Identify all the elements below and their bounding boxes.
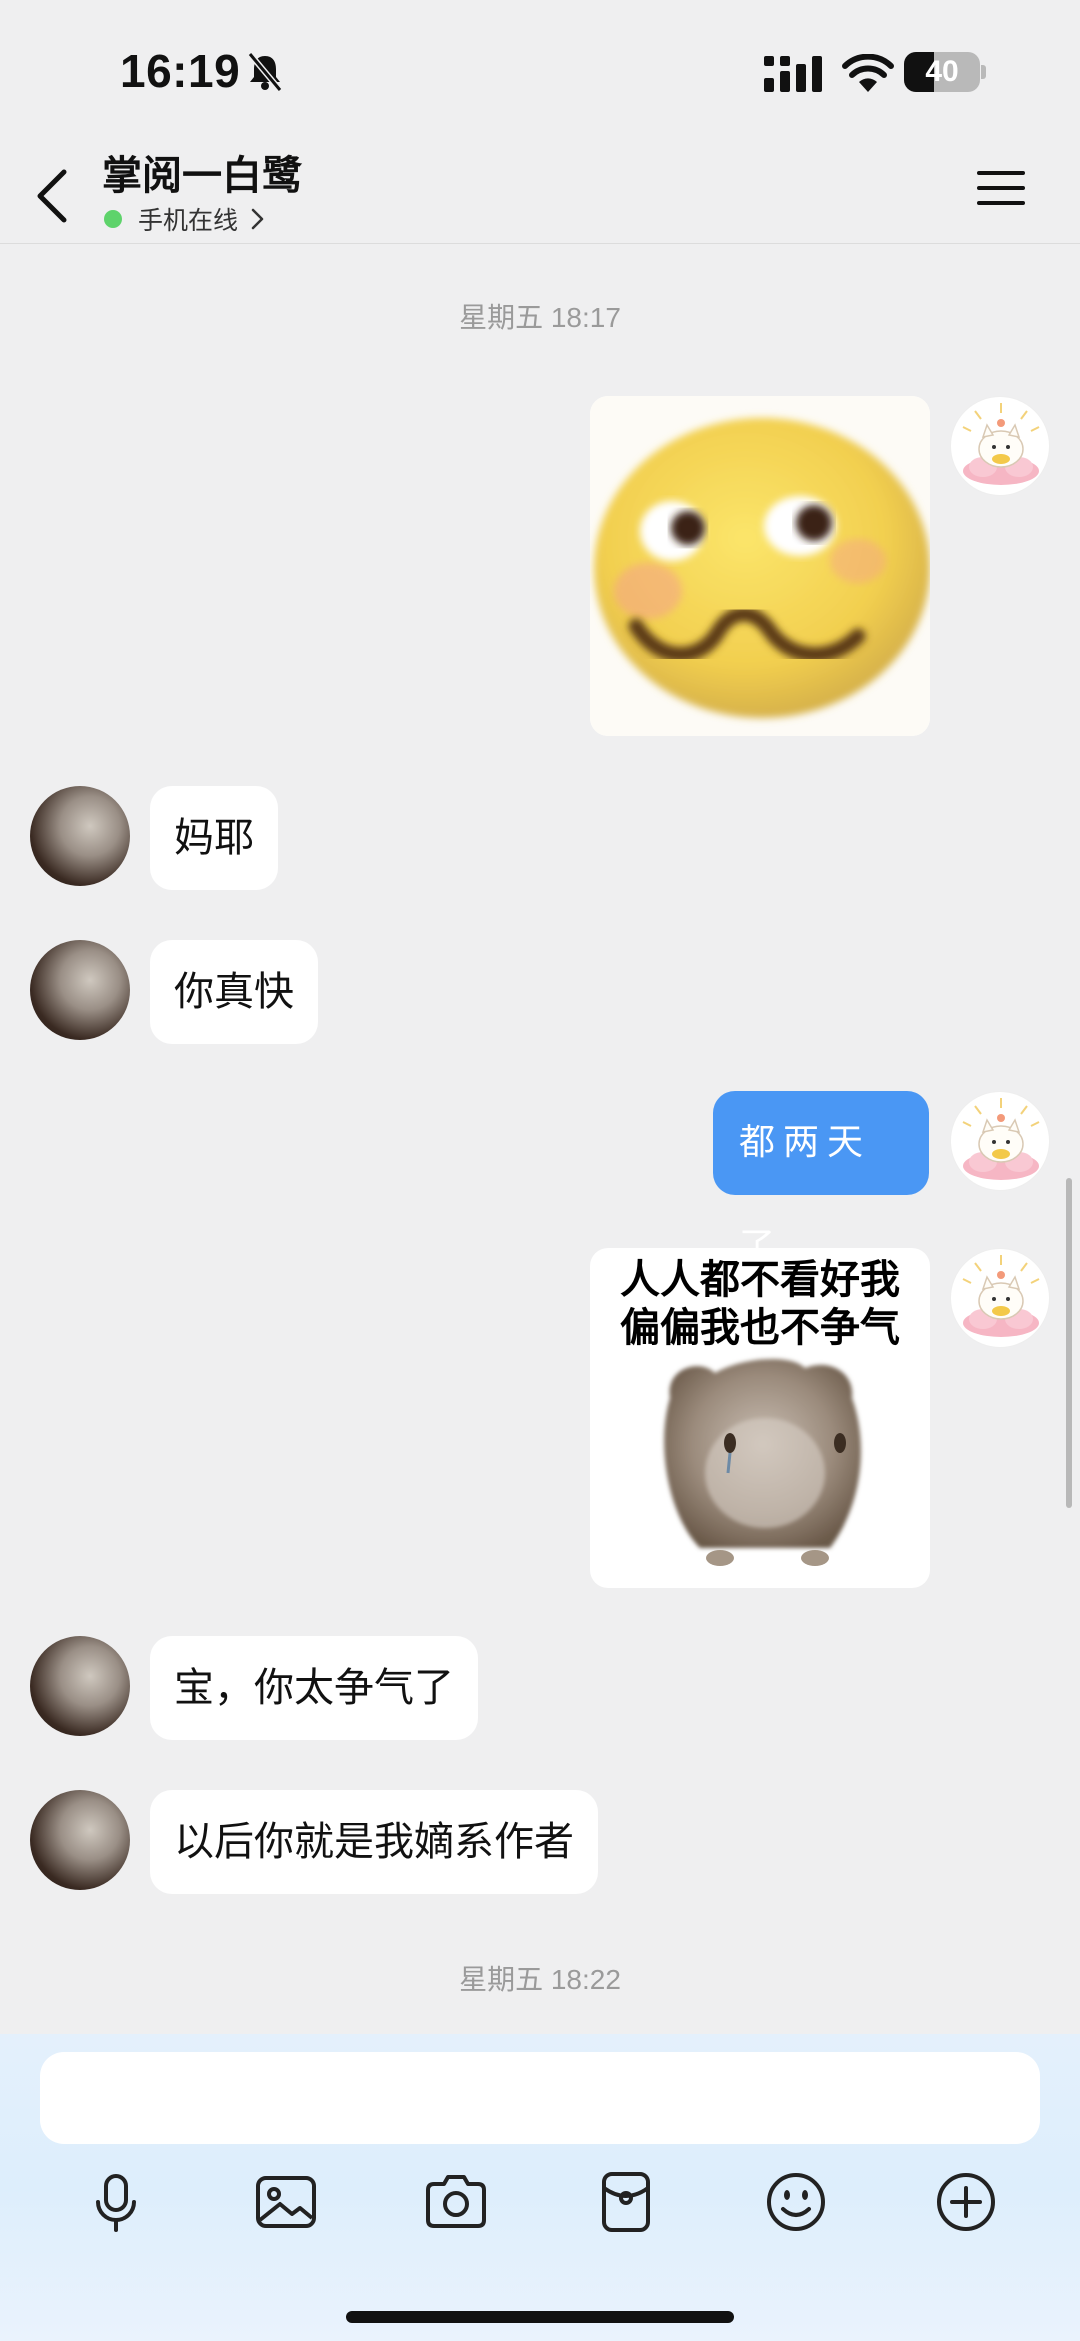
contact-avatar[interactable] [30,1790,130,1890]
image-icon[interactable] [250,2166,322,2238]
sad-cat-sticker-icon [664,1358,861,1566]
wifi-icon [842,54,894,92]
online-status[interactable]: 手机在线 [104,202,266,236]
online-dot-icon [104,210,122,228]
bell-muted-icon [247,52,283,92]
status-time: 16:19 [120,45,241,97]
contact-avatar[interactable] [30,786,130,886]
contact-avatar[interactable] [30,940,130,1040]
sent-sticker-meme[interactable]: 人人都不看好我 偏偏我也不争气 [590,1248,930,1588]
received-message-bubble[interactable]: 妈耶 [150,786,278,890]
cellular-signal-icon [764,56,822,92]
scrollbar[interactable] [1066,1178,1072,1508]
received-message-bubble[interactable]: 宝，你太争气了 [150,1636,478,1740]
sent-message-bubble[interactable]: 都两天了 [713,1091,929,1267]
sent-sticker-emoji[interactable] [590,396,930,736]
received-message-bubble[interactable]: 以后你就是我嫡系作者 [150,1790,598,1894]
back-button[interactable] [28,158,78,234]
message-timestamp: 星期五 18:17 [459,302,621,333]
contact-avatar[interactable] [30,1636,130,1736]
smiling-face-sticker-icon [590,396,930,736]
cat-avatar-icon [962,403,1040,485]
contact-name[interactable]: 掌阅一白鹭 [102,150,302,202]
microphone-icon[interactable] [80,2166,152,2238]
status-bar: 16:19 40 [0,0,1080,150]
camera-icon[interactable] [420,2166,492,2238]
emoji-icon[interactable] [760,2166,832,2238]
my-avatar[interactable] [950,396,1050,496]
plus-icon[interactable] [930,2166,1002,2238]
chat-header: 掌阅一白鹭 手机在线 [0,150,1080,244]
battery-indicator: 40 [904,52,986,92]
red-packet-icon[interactable] [590,2166,662,2238]
cat-avatar-icon [962,1255,1040,1337]
message-timestamp: 星期五 18:22 [459,1964,621,1995]
received-message-bubble[interactable]: 你真快 [150,940,318,1044]
chevron-right-icon [251,208,264,230]
message-input[interactable] [40,2052,1040,2144]
battery-percent: 40 [925,55,959,88]
my-avatar[interactable] [950,1248,1050,1348]
cat-avatar-icon [962,1098,1040,1180]
menu-button[interactable] [976,168,1026,208]
my-avatar[interactable] [950,1091,1050,1191]
online-status-label: 手机在线 [138,206,239,235]
home-indicator[interactable] [346,2311,734,2323]
composer [0,2034,1080,2341]
